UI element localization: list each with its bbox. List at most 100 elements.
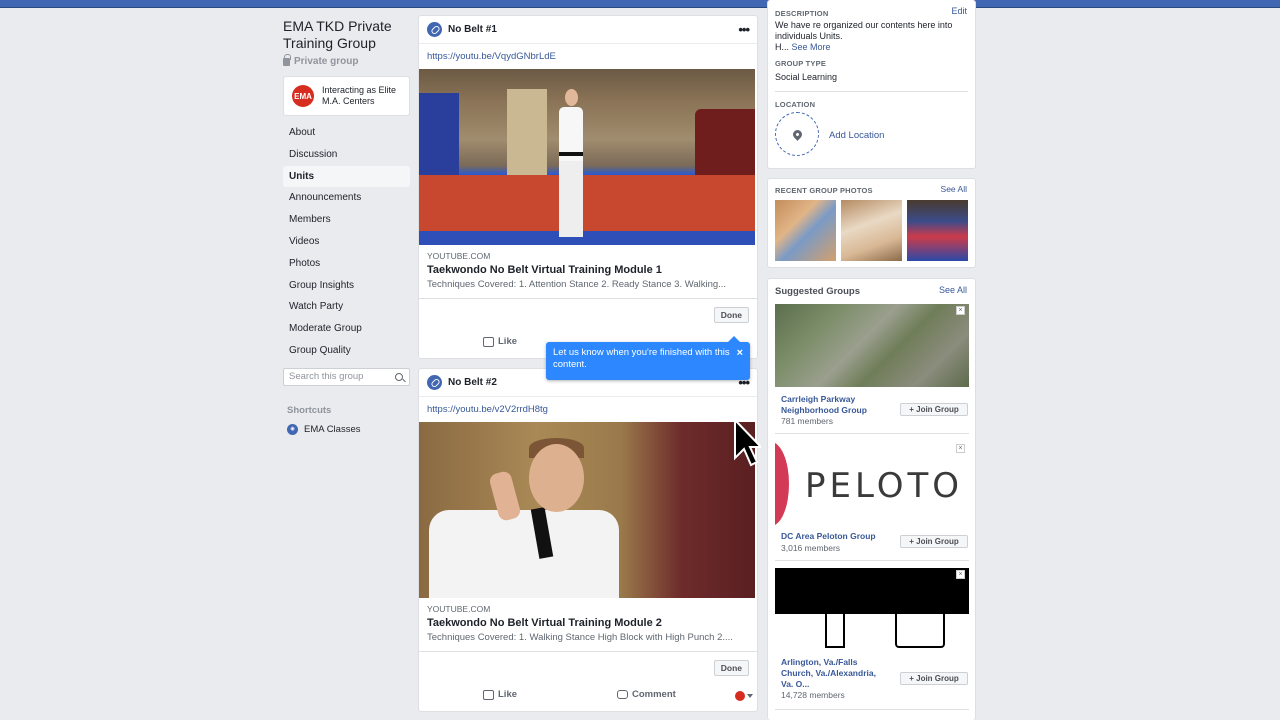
page-avatar-icon[interactable] <box>735 691 745 701</box>
link-title: Taekwondo No Belt Virtual Training Modul… <box>427 264 662 276</box>
nav-item-group-insights[interactable]: Group Insights <box>283 275 410 297</box>
nav-item-announcements[interactable]: Announcements <box>283 187 410 209</box>
location-label: LOCATION <box>775 100 816 109</box>
group-type-label: GROUP TYPE <box>775 59 827 68</box>
suggested-group-name[interactable]: Arlington, Va./Falls Church, Va./Alexand… <box>781 657 881 690</box>
see-more-link[interactable]: See More <box>792 42 831 52</box>
description-truncated: H... <box>775 42 790 52</box>
more-options-icon[interactable]: ••• <box>738 22 750 37</box>
description-more: H... See More <box>775 42 831 53</box>
mouse-cursor-icon <box>734 418 761 467</box>
image-text: PELOTO <box>805 466 964 506</box>
like-label: Like <box>498 336 518 347</box>
edit-link[interactable]: Edit <box>951 6 967 16</box>
link-icon <box>427 375 442 390</box>
see-all-groups-link[interactable]: See All <box>939 285 967 295</box>
suggested-group-image[interactable]: × <box>775 304 969 387</box>
group-title[interactable]: EMA TKD Private Training Group <box>283 18 410 52</box>
join-group-button[interactable]: + Join Group <box>900 672 968 685</box>
suggested-group-image[interactable]: × <box>775 568 969 652</box>
divider <box>775 709 969 710</box>
suggested-group-image[interactable]: PELOTO × <box>775 442 969 526</box>
link-preview[interactable]: YOUTUBE.COM Taekwondo No Belt Virtual Tr… <box>419 245 757 298</box>
video-thumbnail[interactable] <box>419 69 755 245</box>
shortcut-label: EMA Classes <box>304 423 361 435</box>
close-icon[interactable]: × <box>956 444 965 453</box>
top-navigation-bar <box>0 0 1280 8</box>
post-header: No Belt #1 ••• <box>419 16 757 43</box>
group-left-sidebar: EMA TKD Private Training Group Private g… <box>283 18 410 435</box>
shortcut-ema-classes[interactable]: ◉ EMA Classes <box>283 423 410 435</box>
link-preview[interactable]: YOUTUBE.COM Taekwondo No Belt Virtual Tr… <box>419 598 757 651</box>
done-row: Done <box>419 298 757 332</box>
like-button[interactable]: Like <box>483 336 517 347</box>
group-type-value: Social Learning <box>775 72 838 82</box>
drawing-shape <box>895 604 945 648</box>
close-icon[interactable]: × <box>956 570 965 579</box>
shortcuts-heading: Shortcuts <box>287 404 332 416</box>
description-label: DESCRIPTION <box>775 9 829 18</box>
done-row: Done <box>419 651 757 685</box>
comment-label: Comment <box>632 689 676 700</box>
nav-item-discussion[interactable]: Discussion <box>283 144 410 166</box>
privacy-label: Private group <box>283 53 410 67</box>
suggested-group-name[interactable]: DC Area Peloton Group <box>781 531 881 542</box>
nav-item-videos[interactable]: Videos <box>283 231 410 253</box>
map-pin-icon <box>790 127 804 141</box>
join-group-button[interactable]: + Join Group <box>900 403 968 416</box>
link-title: Taekwondo No Belt Virtual Training Modul… <box>427 617 662 629</box>
location-pin-button[interactable] <box>775 112 819 156</box>
post-url-link[interactable]: https://youtu.be/VqydGNbrLdE <box>419 43 757 69</box>
privacy-text: Private group <box>294 56 359 67</box>
nav-item-members[interactable]: Members <box>283 209 410 231</box>
done-button[interactable]: Done <box>713 307 749 323</box>
instructor-belt <box>559 152 583 156</box>
instructor-legs <box>559 161 583 237</box>
post-url-link[interactable]: https://youtu.be/v2V2rrdH8tg <box>419 396 757 422</box>
comment-button[interactable]: Comment <box>617 689 676 700</box>
nav-item-group-quality[interactable]: Group Quality <box>283 340 410 362</box>
close-icon[interactable]: × <box>956 306 965 315</box>
like-button[interactable]: Like <box>483 689 517 700</box>
like-label: Like <box>498 689 518 700</box>
group-photo[interactable] <box>907 200 968 261</box>
divider <box>775 560 969 561</box>
suggested-groups-card: Suggested Groups See All × Carrleigh Par… <box>767 278 976 720</box>
drawing-shape <box>825 610 845 648</box>
group-search-input[interactable]: Search this group <box>283 367 410 386</box>
join-group-button[interactable]: + Join Group <box>900 535 968 548</box>
suggested-group-name[interactable]: Carrleigh Parkway Neighborhood Group <box>781 394 881 416</box>
chevron-down-icon[interactable] <box>747 694 753 698</box>
done-tooltip: Let us know when you're finished with th… <box>546 336 750 380</box>
suggested-group-members: 781 members <box>781 416 833 426</box>
search-icon[interactable] <box>395 372 403 381</box>
see-all-photos-link[interactable]: See All <box>941 184 967 194</box>
video-thumbnail[interactable] <box>419 422 755 598</box>
post-actions: Like Comment <box>419 685 757 709</box>
instructor-head <box>529 444 584 512</box>
nav-item-photos[interactable]: Photos <box>283 253 410 275</box>
nav-item-units[interactable]: Units <box>283 165 410 188</box>
link-domain: YOUTUBE.COM <box>427 604 491 614</box>
post-card: No Belt #2 ••• https://youtu.be/v2V2rrdH… <box>418 368 758 712</box>
nav-item-watch-party[interactable]: Watch Party <box>283 296 410 318</box>
group-photo[interactable] <box>841 200 902 261</box>
interacting-as-switcher[interactable]: EMA Interacting as Elite M.A. Centers <box>283 76 410 116</box>
nav-item-about[interactable]: About <box>283 122 410 144</box>
done-button[interactable]: Done <box>713 660 749 676</box>
thumbs-up-icon <box>483 336 494 347</box>
suggested-groups-title: Suggested Groups <box>775 286 860 297</box>
group-photo[interactable] <box>775 200 836 261</box>
close-icon[interactable]: × <box>737 347 743 359</box>
nav-item-moderate-group[interactable]: Moderate Group <box>283 318 410 340</box>
instructor-body <box>429 510 619 598</box>
comment-icon <box>617 690 628 699</box>
divider <box>775 433 969 434</box>
post-title: No Belt #2 <box>448 377 497 388</box>
thumbnail-instructor <box>419 422 755 598</box>
add-location-link[interactable]: Add Location <box>829 130 884 141</box>
about-card: DESCRIPTION Edit We have re organized ou… <box>767 0 976 169</box>
lock-icon <box>283 53 291 66</box>
post-card: No Belt #1 ••• https://youtu.be/VqydGNbr… <box>418 15 758 359</box>
divider <box>775 91 968 92</box>
